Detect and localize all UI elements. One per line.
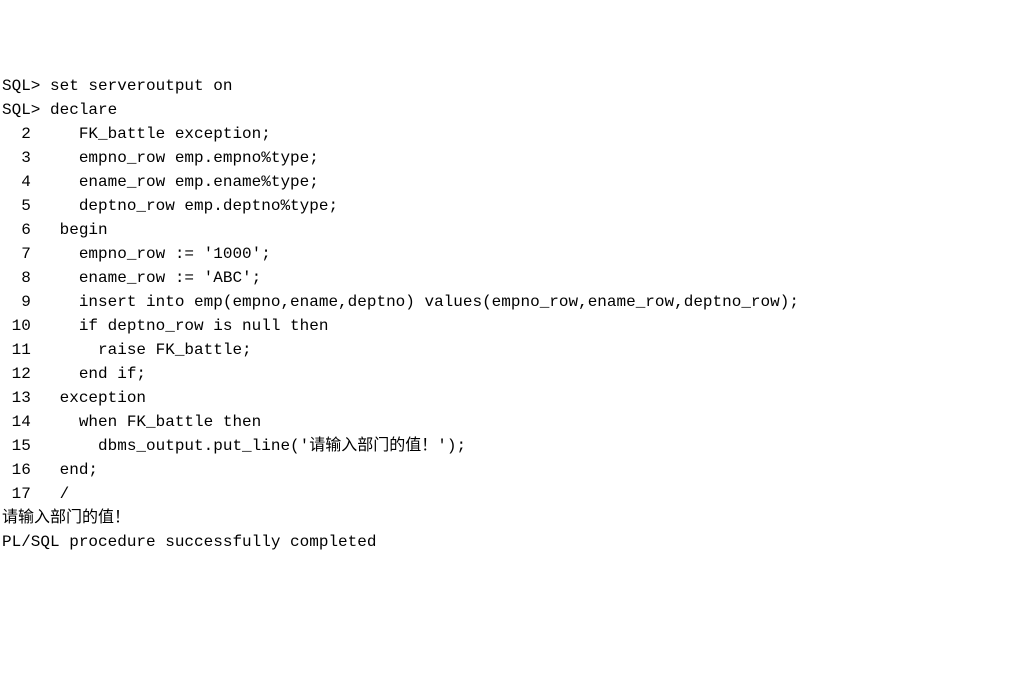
sql-code: if deptno_row is null then bbox=[40, 317, 328, 335]
sql-line: 3 empno_row emp.empno%type; bbox=[2, 146, 1026, 170]
line-number: 2 bbox=[2, 122, 40, 146]
line-number: 13 bbox=[2, 386, 40, 410]
sql-line: 5 deptno_row emp.deptno%type; bbox=[2, 194, 1026, 218]
sql-code: FK_battle exception; bbox=[40, 125, 270, 143]
sql-code: ename_row := 'ABC'; bbox=[40, 269, 261, 287]
sql-line: 4 ename_row emp.ename%type; bbox=[2, 170, 1026, 194]
line-number: 16 bbox=[2, 458, 40, 482]
sql-code: raise FK_battle; bbox=[40, 341, 251, 359]
sql-code: dbms_output.put_line('请输入部门的值！'); bbox=[40, 437, 466, 455]
sql-line: 17 / bbox=[2, 482, 1026, 506]
sql-line: 11 raise FK_battle; bbox=[2, 338, 1026, 362]
line-number: 6 bbox=[2, 218, 40, 242]
sql-code: / bbox=[40, 485, 69, 503]
line-number: 5 bbox=[2, 194, 40, 218]
sql-line: 8 ename_row := 'ABC'; bbox=[2, 266, 1026, 290]
sql-line: 10 if deptno_row is null then bbox=[2, 314, 1026, 338]
sql-terminal: SQL> set serveroutput onSQL> declare2 FK… bbox=[2, 74, 1026, 554]
sql-line: 12 end if; bbox=[2, 362, 1026, 386]
line-number: 17 bbox=[2, 482, 40, 506]
sql-code: empno_row emp.empno%type; bbox=[40, 149, 318, 167]
line-number: 8 bbox=[2, 266, 40, 290]
sql-code: insert into emp(empno,ename,deptno) valu… bbox=[40, 293, 799, 311]
output-line: PL/SQL procedure successfully completed bbox=[2, 530, 1026, 554]
sql-code: begin bbox=[40, 221, 107, 239]
sql-code: end if; bbox=[40, 365, 146, 383]
sql-code: empno_row := '1000'; bbox=[40, 245, 270, 263]
sql-line: SQL> declare bbox=[2, 98, 1026, 122]
sql-line: SQL> set serveroutput on bbox=[2, 74, 1026, 98]
line-number: 10 bbox=[2, 314, 40, 338]
sql-code: ename_row emp.ename%type; bbox=[40, 173, 318, 191]
sql-prompt: SQL> bbox=[2, 101, 40, 119]
sql-line: 6 begin bbox=[2, 218, 1026, 242]
sql-code: deptno_row emp.deptno%type; bbox=[40, 197, 338, 215]
sql-line: 13 exception bbox=[2, 386, 1026, 410]
line-number: 3 bbox=[2, 146, 40, 170]
sql-code: end; bbox=[40, 461, 98, 479]
sql-line: 9 insert into emp(empno,ename,deptno) va… bbox=[2, 290, 1026, 314]
sql-line: 7 empno_row := '1000'; bbox=[2, 242, 1026, 266]
sql-line: 2 FK_battle exception; bbox=[2, 122, 1026, 146]
sql-code: exception bbox=[40, 389, 146, 407]
line-number: 14 bbox=[2, 410, 40, 434]
sql-prompt: SQL> bbox=[2, 77, 40, 95]
line-number: 4 bbox=[2, 170, 40, 194]
sql-code: declare bbox=[40, 101, 117, 119]
sql-line: 16 end; bbox=[2, 458, 1026, 482]
line-number: 11 bbox=[2, 338, 40, 362]
line-number: 15 bbox=[2, 434, 40, 458]
output-line: 请输入部门的值！ bbox=[2, 506, 1026, 530]
sql-line: 15 dbms_output.put_line('请输入部门的值！'); bbox=[2, 434, 1026, 458]
line-number: 9 bbox=[2, 290, 40, 314]
sql-code: set serveroutput on bbox=[40, 77, 232, 95]
sql-code: when FK_battle then bbox=[40, 413, 261, 431]
sql-line: 14 when FK_battle then bbox=[2, 410, 1026, 434]
line-number: 12 bbox=[2, 362, 40, 386]
line-number: 7 bbox=[2, 242, 40, 266]
